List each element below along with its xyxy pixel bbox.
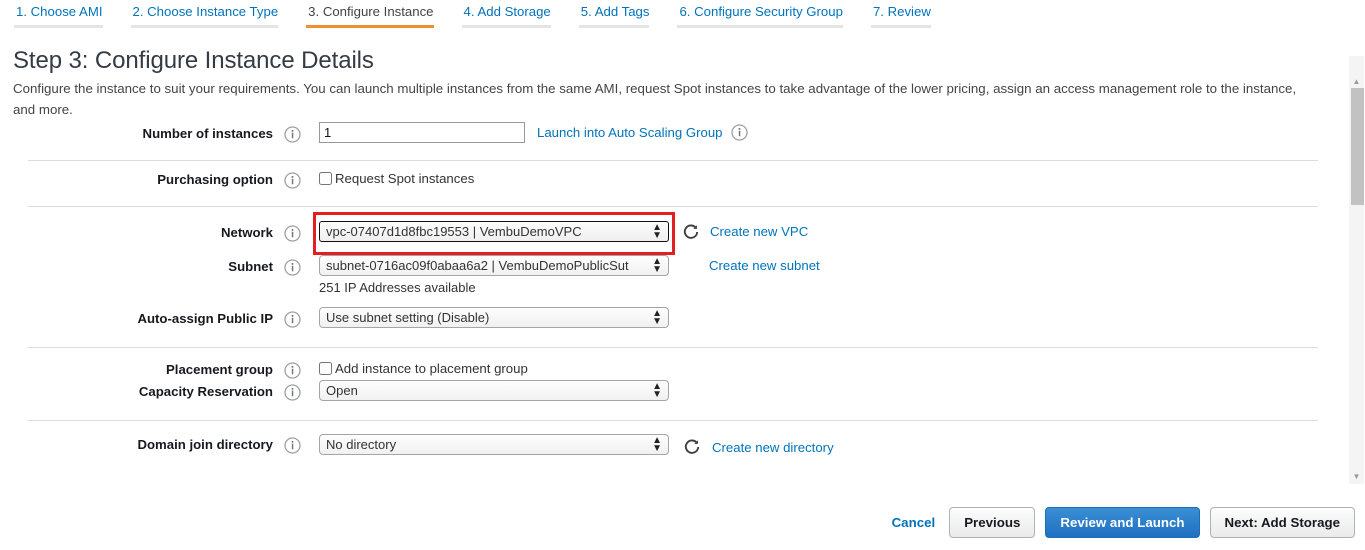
tab-underline: [578, 25, 650, 28]
label-auto-assign-public-ip: Auto-assign Public IP: [137, 311, 273, 326]
label-number-of-instances: Number of instances: [142, 126, 273, 141]
wizard-tab-choose-instance-type[interactable]: 2. Choose Instance Type: [130, 0, 293, 28]
number-of-instances-input[interactable]: [319, 122, 525, 143]
previous-button[interactable]: Previous: [949, 507, 1036, 538]
request-spot-instances-label: Request Spot instances: [335, 171, 475, 186]
wizard-tab-label: 5. Add Tags: [580, 4, 650, 19]
add-instance-to-placement-group-label: Add instance to placement group: [335, 361, 528, 376]
auto-assign-public-ip-select[interactable]: Use subnet setting (Disable) ▲ ▼: [319, 307, 669, 328]
chevron-updown-icon: ▲ ▼: [652, 221, 662, 241]
form-row-capacity-reservation: Capacity Reservation Open ▲ ▼: [0, 380, 1330, 420]
request-spot-instances-checkbox-input[interactable]: [319, 172, 332, 185]
wizard-tab-add-storage[interactable]: 4. Add Storage: [461, 0, 565, 28]
wizard-tab-review[interactable]: 7. Review: [870, 0, 945, 28]
capacity-reservation-select[interactable]: Open ▲ ▼: [319, 380, 669, 401]
wizard-tab-configure-security-group[interactable]: 6. Configure Security Group: [677, 0, 856, 28]
chevron-updown-icon: ▲ ▼: [652, 434, 662, 454]
field-domain-join-directory: No directory ▲ ▼ Create new directory: [319, 433, 834, 456]
info-icon[interactable]: [284, 437, 301, 454]
scrollbar-thumb[interactable]: [1351, 88, 1364, 205]
form-row-number-of-instances: Number of instances Launch into Auto Sca…: [0, 122, 1330, 160]
field-purchasing-option: Request Spot instances: [319, 168, 474, 186]
info-icon[interactable]: [284, 225, 301, 242]
tab-underline: [870, 25, 931, 28]
form-row-subnet: Subnet subnet-0716ac09f0abaa6a2 | VembuD…: [0, 255, 1330, 307]
wizard-tab-add-tags[interactable]: 5. Add Tags: [578, 0, 664, 28]
subnet-value: subnet-0716ac09f0abaa6a2 | VembuDemoPubl…: [326, 258, 629, 273]
label-placement-group: Placement group: [166, 362, 273, 377]
form-row-auto-assign-public-ip: Auto-assign Public IP Use subnet setting…: [0, 307, 1330, 347]
network-vpc-select[interactable]: vpc-07407d1d8fbc19553 | VembuDemoVPC ▲ ▼: [319, 221, 669, 242]
wizard-tab-configure-instance[interactable]: 3. Configure Instance: [306, 0, 447, 28]
add-instance-to-placement-group-checkbox[interactable]: Add instance to placement group: [319, 358, 528, 376]
chevron-updown-icon: ▲ ▼: [652, 307, 662, 327]
auto-assign-public-ip-value: Use subnet setting (Disable): [326, 310, 490, 325]
refresh-vpc-icon[interactable]: [682, 223, 700, 241]
capacity-reservation-value: Open: [326, 383, 358, 398]
scroll-down-arrow-icon[interactable]: ▼: [1349, 469, 1364, 484]
wizard-tab-label: 1. Choose AMI: [16, 4, 103, 19]
create-new-directory-link[interactable]: Create new directory: [712, 440, 834, 455]
wizard-tab-label: 4. Add Storage: [463, 4, 551, 19]
subnet-select[interactable]: subnet-0716ac09f0abaa6a2 | VembuDemoPubl…: [319, 255, 669, 276]
next-add-storage-button[interactable]: Next: Add Storage: [1209, 507, 1355, 538]
wizard-tab-label: 7. Review: [872, 4, 931, 19]
vertical-scrollbar[interactable]: ▲ ▼: [1349, 56, 1364, 484]
tab-underline: [677, 25, 843, 28]
domain-join-directory-value: No directory: [326, 437, 397, 452]
label-capacity-reservation: Capacity Reservation: [138, 384, 273, 399]
page-description: Configure the instance to suit your requ…: [13, 81, 1297, 117]
info-icon[interactable]: [284, 362, 301, 379]
add-instance-to-placement-group-checkbox-input[interactable]: [319, 362, 332, 375]
wizard-tab-label: 3. Configure Instance: [308, 4, 434, 19]
wizard-tabbar: 1. Choose AMI 2. Choose Instance Type 3.…: [0, 0, 1365, 34]
form-row-network: Network vpc-07407d1d8fbc19553 | VembuDem…: [0, 207, 1330, 255]
form-row-domain-join-directory: Domain join directory No directory ▲ ▼ Cr…: [0, 421, 1330, 463]
field-auto-assign-public-ip: Use subnet setting (Disable) ▲ ▼: [319, 307, 669, 333]
label-domain-join-directory: Domain join directory: [137, 437, 273, 452]
refresh-directory-icon[interactable]: [683, 438, 701, 456]
info-icon[interactable]: [730, 124, 748, 141]
wizard-tab-label: 6. Configure Security Group: [679, 4, 843, 19]
field-capacity-reservation: Open ▲ ▼: [319, 380, 669, 406]
footer-actions: Cancel Previous Review and Launch Next: …: [892, 507, 1355, 538]
tab-underline: [130, 25, 279, 28]
wizard-tab-label: 2. Choose Instance Type: [132, 4, 279, 19]
tab-underline-active: [306, 25, 434, 28]
chevron-updown-icon: ▲ ▼: [652, 380, 662, 400]
ec2-configure-instance-page: 1. Choose AMI 2. Choose Instance Type 3.…: [0, 0, 1365, 550]
chevron-updown-icon: ▲ ▼: [652, 255, 662, 275]
label-subnet: Subnet: [228, 259, 273, 274]
tab-underline: [14, 25, 103, 28]
review-and-launch-button[interactable]: Review and Launch: [1045, 507, 1200, 538]
form-row-placement-group: Placement group Add instance to placemen…: [0, 348, 1330, 380]
wizard-tab-choose-ami[interactable]: 1. Choose AMI: [14, 0, 117, 28]
scroll-up-arrow-icon[interactable]: ▲: [1349, 74, 1364, 89]
field-subnet: subnet-0716ac09f0abaa6a2 | VembuDemoPubl…: [319, 255, 820, 295]
tab-underline: [461, 25, 551, 28]
field-number-of-instances: Launch into Auto Scaling Group: [319, 122, 748, 143]
page-title: Step 3: Configure Instance Details: [13, 47, 374, 74]
form-row-purchasing-option: Purchasing option Request Spot instances: [0, 161, 1330, 206]
instance-details-form: Number of instances Launch into Auto Sca…: [0, 122, 1330, 463]
network-vpc-value: vpc-07407d1d8fbc19553 | VembuDemoVPC: [326, 224, 582, 239]
field-network: vpc-07407d1d8fbc19553 | VembuDemoVPC ▲ ▼ …: [313, 212, 808, 255]
info-icon[interactable]: [284, 172, 301, 189]
request-spot-instances-checkbox[interactable]: Request Spot instances: [319, 168, 474, 186]
subnet-ip-availability-note: 251 IP Addresses available: [319, 280, 476, 295]
info-icon[interactable]: [284, 259, 301, 276]
info-icon[interactable]: [284, 384, 301, 401]
info-icon[interactable]: [284, 311, 301, 328]
field-placement-group: Add instance to placement group: [319, 358, 528, 376]
cancel-button[interactable]: Cancel: [892, 515, 940, 530]
create-new-subnet-link[interactable]: Create new subnet: [709, 258, 820, 273]
info-icon[interactable]: [284, 126, 301, 143]
launch-into-auto-scaling-group-link[interactable]: Launch into Auto Scaling Group: [537, 125, 723, 140]
domain-join-directory-select[interactable]: No directory ▲ ▼: [319, 434, 669, 455]
label-network: Network: [220, 225, 273, 240]
create-new-vpc-link[interactable]: Create new VPC: [710, 224, 808, 239]
label-purchasing-option: Purchasing option: [157, 172, 273, 187]
